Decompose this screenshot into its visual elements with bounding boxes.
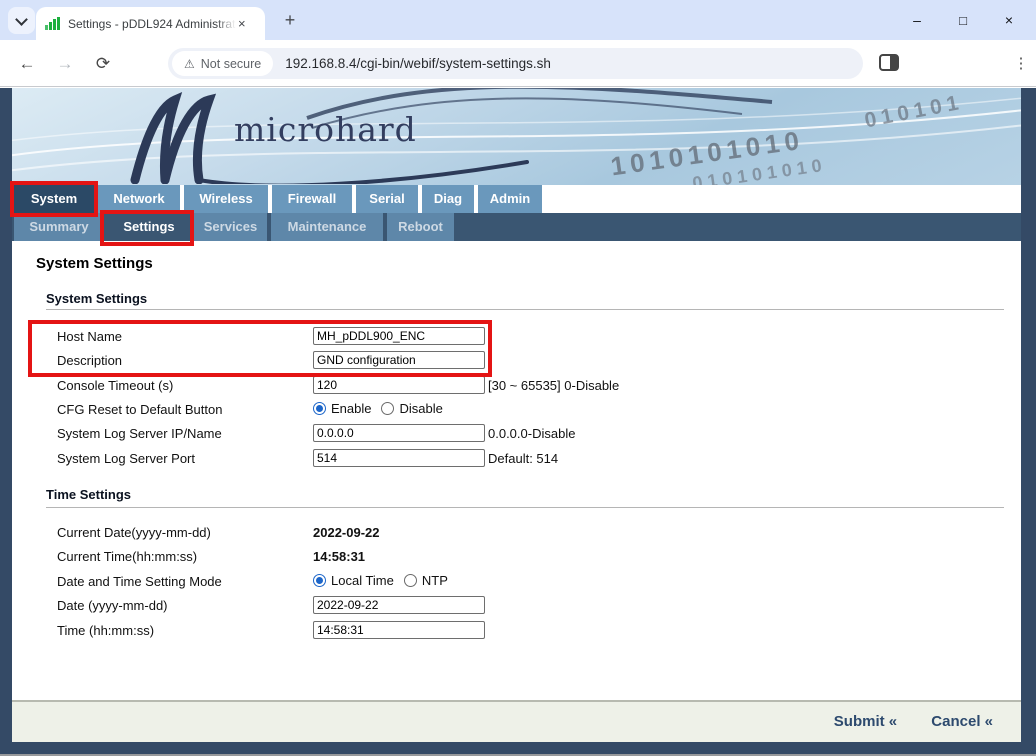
field-label: Description [57, 353, 123, 368]
form-footer: Submit « Cancel « [12, 700, 1021, 742]
cfg-reset-row: CFG Reset to Default Button Enable Disab… [57, 400, 997, 420]
field-label: Time (hh:mm:ss) [57, 623, 155, 638]
syslog-port-input[interactable] [313, 449, 485, 467]
browser-menu-icon[interactable]: ⋮ [1011, 51, 1031, 77]
signal-bars-favicon-icon [45, 16, 60, 31]
current-date-value: 2022-09-22 [313, 525, 380, 540]
browser-toolbar: ← → ⟳ ⚠ Not secure 192.168.8.4/cgi-bin/w… [0, 40, 1036, 87]
browser-window: Settings - pDDL924 Administrat × + – □ ×… [0, 0, 1036, 756]
submit-button[interactable]: Submit « [834, 713, 897, 730]
reload-icon[interactable]: ⟳ [90, 51, 116, 77]
field-label: Console Timeout (s) [57, 378, 174, 393]
time-row: Time (hh:mm:ss) [57, 621, 997, 641]
time-input[interactable] [313, 621, 485, 639]
subtab-maintenance[interactable]: Maintenance [271, 213, 383, 241]
microhard-banner: microhard 1010101010 010101010 010101 [12, 88, 1021, 185]
tab-admin[interactable]: Admin [478, 185, 542, 213]
subtab-settings[interactable]: Settings [108, 213, 190, 241]
address-bar[interactable]: ⚠ Not secure 192.168.8.4/cgi-bin/webif/s… [168, 48, 863, 79]
syslog-port-row: System Log Server Port Default: 514 [57, 449, 997, 469]
tab-close-icon[interactable]: × [238, 16, 246, 31]
browser-titlebar: Settings - pDDL924 Administrat × + – □ × [0, 0, 1036, 40]
field-label: System Log Server IP/Name [57, 426, 222, 441]
security-chip[interactable]: ⚠ Not secure [172, 51, 274, 76]
field-label: System Log Server Port [57, 451, 195, 466]
tab-title: Settings - pDDL924 Administrat [68, 16, 236, 31]
page-frame-bottom [0, 742, 1036, 754]
field-hint: 0.0.0.0-Disable [488, 426, 576, 441]
field-label: Date and Time Setting Mode [57, 574, 222, 589]
field-label: CFG Reset to Default Button [57, 402, 223, 417]
side-panel-icon[interactable] [879, 54, 899, 71]
radio-label: Disable [399, 401, 443, 416]
webpage: microhard 1010101010 010101010 010101 Sy… [0, 88, 1036, 756]
date-input[interactable] [313, 596, 485, 614]
settings-form: System Settings System Settings Host Nam… [12, 241, 1021, 700]
divider [46, 309, 1004, 310]
maximize-button[interactable]: □ [940, 0, 986, 40]
security-label: Not secure [200, 56, 262, 71]
cfg-reset-disable-radio[interactable] [381, 402, 395, 415]
tab-wireless[interactable]: Wireless [184, 185, 268, 213]
console-timeout-input[interactable] [313, 376, 485, 394]
cancel-button[interactable]: Cancel « [931, 713, 993, 730]
minimize-button[interactable]: – [894, 0, 940, 40]
description-input[interactable] [313, 351, 485, 369]
window-controls: – □ × [894, 0, 1032, 40]
time-mode-ntp-radio[interactable] [403, 574, 417, 587]
console-timeout-row: Console Timeout (s) [30 ~ 65535] 0-Disab… [57, 376, 997, 396]
warning-icon: ⚠ [184, 56, 195, 71]
host-name-input[interactable] [313, 327, 485, 345]
tab-search-button[interactable] [8, 7, 35, 34]
time-mode-radio-group: Local Time NTP [313, 573, 458, 588]
date-row: Date (yyyy-mm-dd) [57, 596, 997, 616]
url-text: 192.168.8.4/cgi-bin/webif/system-setting… [285, 56, 551, 71]
current-time-value: 14:58:31 [313, 549, 366, 564]
microhard-logo-text: microhard [234, 110, 417, 149]
forward-icon[interactable]: → [52, 51, 78, 77]
close-button[interactable]: × [986, 0, 1032, 40]
radio-label: NTP [421, 573, 448, 588]
back-icon[interactable]: ← [14, 51, 40, 77]
new-tab-button[interactable]: + [278, 9, 302, 33]
tab-system[interactable]: System [14, 185, 94, 213]
page-frame-right [1021, 88, 1036, 754]
time-settings-heading: Time Settings [46, 487, 132, 502]
tab-network[interactable]: Network [98, 185, 180, 213]
page-frame-left [0, 88, 12, 754]
description-row: Description [57, 351, 997, 371]
field-label: Date (yyyy-mm-dd) [57, 598, 168, 613]
field-label: Current Time(hh:mm:ss) [57, 549, 198, 564]
subtab-reboot[interactable]: Reboot [387, 213, 454, 241]
tab-serial[interactable]: Serial [356, 185, 418, 213]
tab-firewall[interactable]: Firewall [272, 185, 352, 213]
field-label: Host Name [57, 329, 123, 344]
field-hint: Default: 514 [488, 451, 559, 466]
divider [46, 507, 1004, 508]
radio-label: Enable [331, 401, 372, 416]
cfg-reset-radio-group: Enable Disable [313, 401, 453, 416]
sub-nav: Summary Settings Services Maintenance Re… [12, 213, 1021, 241]
page-title: System Settings [36, 255, 153, 272]
current-time-row: Current Time(hh:mm:ss) 14:58:31 [57, 547, 997, 567]
radio-label: Local Time [331, 573, 394, 588]
syslog-server-row: System Log Server IP/Name 0.0.0.0-Disabl… [57, 424, 997, 444]
time-mode-row: Date and Time Setting Mode Local Time NT… [57, 572, 997, 592]
field-label: Current Date(yyyy-mm-dd) [57, 525, 211, 540]
main-nav: System Network Wireless Firewall Serial … [12, 185, 1021, 213]
system-settings-heading: System Settings [46, 291, 148, 306]
time-mode-local-radio[interactable] [313, 574, 326, 587]
host-name-row: Host Name [57, 327, 997, 347]
field-hint: [30 ~ 65535] 0-Disable [488, 378, 620, 393]
browser-tab[interactable]: Settings - pDDL924 Administrat × [36, 7, 265, 40]
subtab-services[interactable]: Services [194, 213, 267, 241]
subtab-summary[interactable]: Summary [14, 213, 104, 241]
cfg-reset-enable-radio[interactable] [313, 402, 326, 415]
tab-diag[interactable]: Diag [422, 185, 474, 213]
syslog-server-input[interactable] [313, 424, 485, 442]
current-date-row: Current Date(yyyy-mm-dd) 2022-09-22 [57, 523, 997, 543]
